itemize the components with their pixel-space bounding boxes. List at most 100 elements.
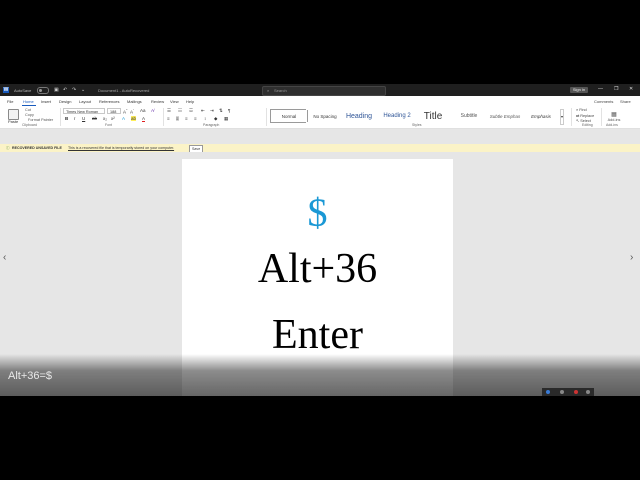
cut-button[interactable]: Cut bbox=[25, 108, 31, 112]
search-box[interactable]: ⌕ Search bbox=[262, 86, 386, 96]
tab-help[interactable]: Help bbox=[186, 99, 194, 104]
align-center-icon[interactable]: ≡ bbox=[176, 116, 179, 121]
tab-review[interactable]: Review bbox=[151, 99, 164, 104]
font-group-label: Font bbox=[105, 123, 113, 127]
word-window: W AutoSave ▣ ↶ ↷ ⌄ Document1 - AutoRecov… bbox=[0, 84, 640, 396]
shading-icon[interactable]: ◆ bbox=[214, 116, 217, 122]
word-logo-icon: W bbox=[3, 87, 9, 93]
info-icon: ⓘ bbox=[6, 146, 10, 150]
video-controls-tray bbox=[542, 388, 594, 396]
tray-dot-icon bbox=[560, 390, 564, 394]
addins-group-label: Add-ins bbox=[606, 123, 618, 127]
line-spacing-icon[interactable]: ↕ bbox=[204, 116, 206, 121]
home-ribbon: Paste Cut Copy Format Painter Clipboard … bbox=[0, 106, 640, 129]
font-name-select[interactable]: Times New Roman bbox=[63, 108, 105, 114]
tab-view[interactable]: View bbox=[170, 99, 179, 104]
tab-file[interactable]: File bbox=[7, 99, 13, 104]
customize-qat-icon[interactable]: ⌄ bbox=[81, 87, 85, 93]
addins-icon: ▦ bbox=[611, 112, 617, 118]
tray-dot-icon bbox=[546, 390, 550, 394]
undo-icon[interactable]: ↶ bbox=[63, 87, 67, 93]
borders-icon[interactable]: ▦ bbox=[224, 116, 228, 122]
subscript-button[interactable]: x₂ bbox=[103, 116, 107, 121]
ribbon-tabs: File Home Insert Design Layout Reference… bbox=[0, 96, 640, 106]
styles-group-label: Styles bbox=[412, 123, 422, 127]
style-no-spacing[interactable]: No Spacing bbox=[306, 109, 344, 123]
numbering-icon[interactable]: ☷ bbox=[178, 108, 182, 114]
infobar-title: RECOVERED UNSAVED FILE bbox=[12, 146, 62, 150]
autosave-label: AutoSave bbox=[14, 88, 32, 93]
align-left-icon[interactable]: ≡ bbox=[167, 116, 170, 121]
find-button[interactable]: ⌕ Find bbox=[576, 108, 587, 112]
change-case-button[interactable]: Aa bbox=[140, 108, 146, 113]
underline-button[interactable]: U bbox=[82, 116, 85, 121]
restore-button[interactable]: ❐ bbox=[614, 86, 618, 92]
style-emphasis[interactable]: Emphasis bbox=[522, 109, 560, 123]
title-bar: W AutoSave ▣ ↶ ↷ ⌄ Document1 - AutoRecov… bbox=[0, 84, 640, 96]
align-right-icon[interactable]: ≡ bbox=[185, 116, 188, 121]
comments-button[interactable]: Comments bbox=[594, 99, 613, 104]
tab-references[interactable]: References bbox=[99, 99, 119, 104]
share-button[interactable]: Share bbox=[620, 99, 631, 104]
tray-dot-icon bbox=[574, 390, 578, 394]
bold-button[interactable]: B bbox=[65, 116, 68, 121]
chevron-right-icon[interactable]: › bbox=[630, 252, 633, 263]
superscript-button[interactable]: x² bbox=[111, 116, 115, 121]
save-icon[interactable]: ▣ bbox=[54, 87, 59, 93]
find-label: Find bbox=[579, 108, 587, 112]
alt-code-text: Alt+36 bbox=[257, 246, 378, 292]
editing-group-label: Editing bbox=[582, 123, 593, 127]
font-color-icon[interactable]: A bbox=[142, 116, 146, 122]
sort-icon[interactable]: ⇅ bbox=[219, 108, 223, 114]
document-title: Document1 - AutoRecovered bbox=[98, 88, 150, 93]
paragraph-group-label: Paragraph bbox=[203, 123, 220, 127]
sign-in-button[interactable]: Sign in bbox=[570, 87, 588, 93]
separator bbox=[266, 108, 267, 126]
separator bbox=[60, 108, 61, 126]
multilevel-list-icon[interactable]: ☲ bbox=[189, 108, 193, 114]
clipboard-group-label: Clipboard bbox=[22, 123, 37, 127]
show-marks-icon[interactable]: ¶ bbox=[228, 108, 230, 113]
shrink-font-button[interactable]: Aˇ bbox=[130, 108, 134, 115]
infobar-message: This is a recovered file that is tempora… bbox=[68, 146, 175, 150]
addins-button[interactable]: ▦ Add-ins bbox=[604, 111, 624, 122]
separator bbox=[601, 108, 602, 126]
text-effects-icon[interactable]: A bbox=[122, 116, 125, 121]
tab-home[interactable]: Home bbox=[23, 99, 34, 104]
tab-mailings[interactable]: Mailings bbox=[127, 99, 142, 104]
chevron-left-icon[interactable]: ‹ bbox=[3, 252, 6, 263]
addins-label: Add-ins bbox=[607, 118, 621, 122]
style-heading-2[interactable]: Heading 2 bbox=[378, 109, 416, 123]
dollar-symbol-text: $ bbox=[307, 190, 328, 235]
caption-text: Alt+36=$ bbox=[8, 370, 53, 382]
tab-design[interactable]: Design bbox=[59, 99, 71, 104]
grow-font-button[interactable]: A^ bbox=[123, 108, 127, 115]
style-title[interactable]: Title bbox=[414, 109, 452, 123]
italic-button[interactable]: I bbox=[74, 116, 75, 121]
font-size-select[interactable]: 188 bbox=[107, 108, 121, 114]
strikethrough-button[interactable]: ab bbox=[92, 116, 97, 121]
format-painter-button[interactable]: Format Painter bbox=[28, 118, 53, 122]
separator bbox=[163, 108, 164, 126]
separator bbox=[571, 108, 572, 126]
minimize-button[interactable]: — bbox=[598, 86, 603, 92]
redo-icon[interactable]: ↷ bbox=[72, 87, 76, 93]
autosave-toggle[interactable] bbox=[37, 87, 49, 94]
highlight-icon[interactable]: ab bbox=[131, 116, 137, 121]
decrease-indent-icon[interactable]: ⇤ bbox=[201, 108, 205, 114]
tab-layout[interactable]: Layout bbox=[79, 99, 91, 104]
copy-button[interactable]: Copy bbox=[25, 113, 34, 117]
styles-more-icon[interactable]: ▾ bbox=[560, 109, 565, 125]
style-subtitle[interactable]: Subtitle bbox=[450, 109, 488, 123]
clear-formatting-icon[interactable]: A̸ bbox=[151, 108, 154, 113]
justify-icon[interactable]: ≡ bbox=[194, 116, 197, 121]
style-subtle-emphasis[interactable]: Subtle Emphas bbox=[486, 109, 524, 123]
paste-button[interactable]: Paste bbox=[8, 119, 18, 124]
tab-insert[interactable]: Insert bbox=[41, 99, 51, 104]
close-button[interactable]: ✕ bbox=[629, 86, 633, 92]
bullets-icon[interactable]: ☰ bbox=[167, 108, 171, 114]
increase-indent-icon[interactable]: ⇥ bbox=[210, 108, 214, 114]
style-heading[interactable]: Heading bbox=[340, 109, 378, 123]
style-normal[interactable]: Normal bbox=[270, 109, 308, 123]
search-icon: ⌕ bbox=[267, 88, 270, 93]
